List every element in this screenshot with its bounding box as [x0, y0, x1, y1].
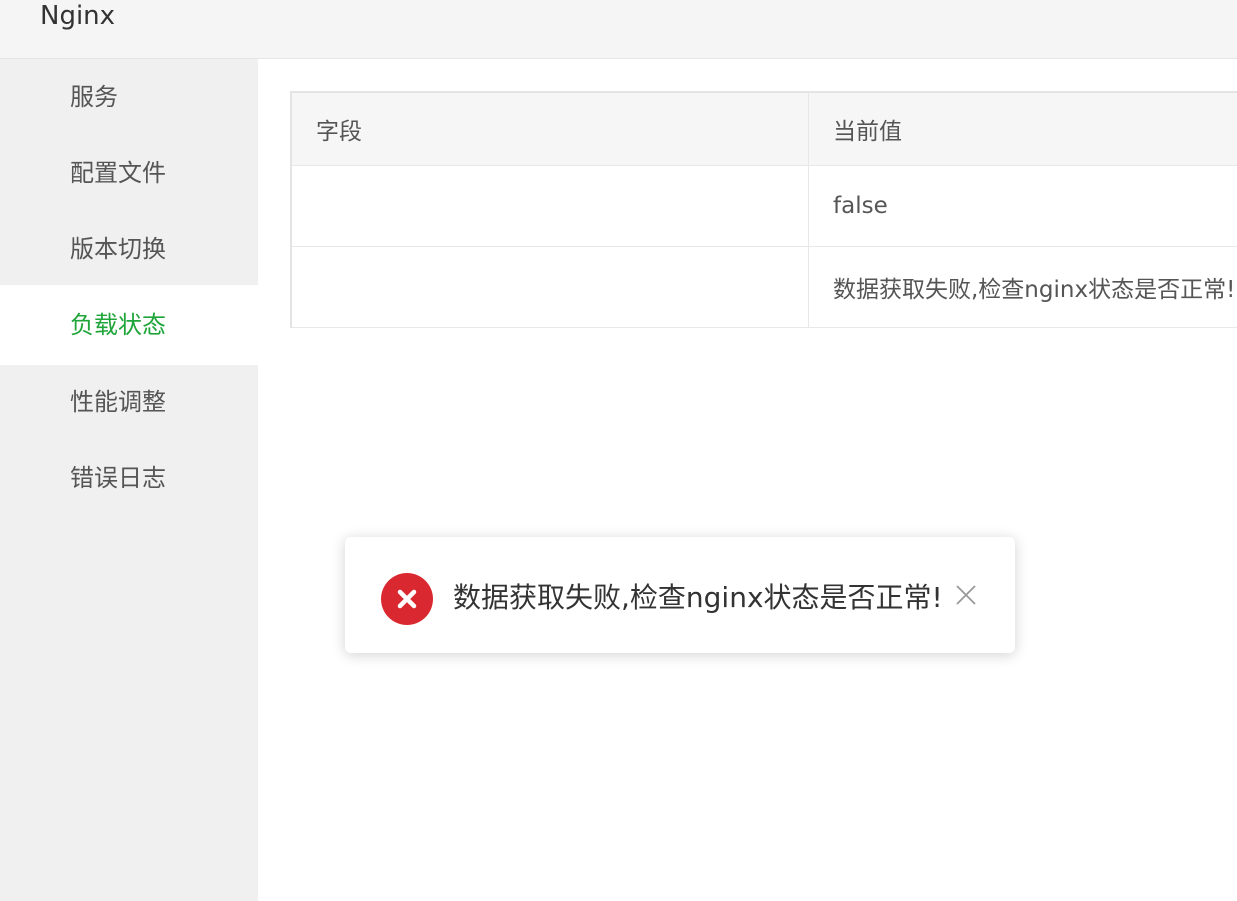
sidebar-item-error-log[interactable]: 错误日志: [0, 440, 258, 516]
table-row: 数据获取失败,检查nginx状态是否正常!: [292, 247, 1237, 328]
app-title: Nginx: [40, 1, 116, 31]
sidebar-item-service[interactable]: 服务: [0, 59, 258, 135]
column-header-current-value: 当前值: [833, 119, 902, 145]
table-cell-value: 数据获取失败,检查nginx状态是否正常!: [833, 277, 1236, 303]
table-cell-field: [292, 247, 809, 327]
sidebar-item-version-switch[interactable]: 版本切换: [0, 211, 258, 287]
table-cell-value: false: [833, 193, 888, 219]
column-header-field: 字段: [292, 93, 809, 165]
table-header-row: 字段 当前值: [292, 93, 1237, 166]
top-header: Nginx: [0, 0, 1237, 59]
sidebar: 服务 配置文件 版本切换 负载状态 性能调整 错误日志: [0, 59, 258, 901]
sidebar-item-load-status[interactable]: 负载状态: [0, 285, 258, 365]
close-icon[interactable]: [955, 584, 977, 606]
sidebar-item-performance-tuning[interactable]: 性能调整: [0, 364, 258, 440]
error-icon: [381, 573, 433, 625]
toast-message: 数据获取失败,检查nginx状态是否正常!: [453, 581, 943, 614]
table-cell-field: [292, 166, 809, 246]
error-toast: 数据获取失败,检查nginx状态是否正常!: [345, 537, 1015, 653]
sidebar-item-config-file[interactable]: 配置文件: [0, 135, 258, 211]
status-table: 字段 当前值 false 数据获取失败,检查nginx状态是否正常!: [290, 91, 1237, 328]
table-row: false: [292, 166, 1237, 247]
